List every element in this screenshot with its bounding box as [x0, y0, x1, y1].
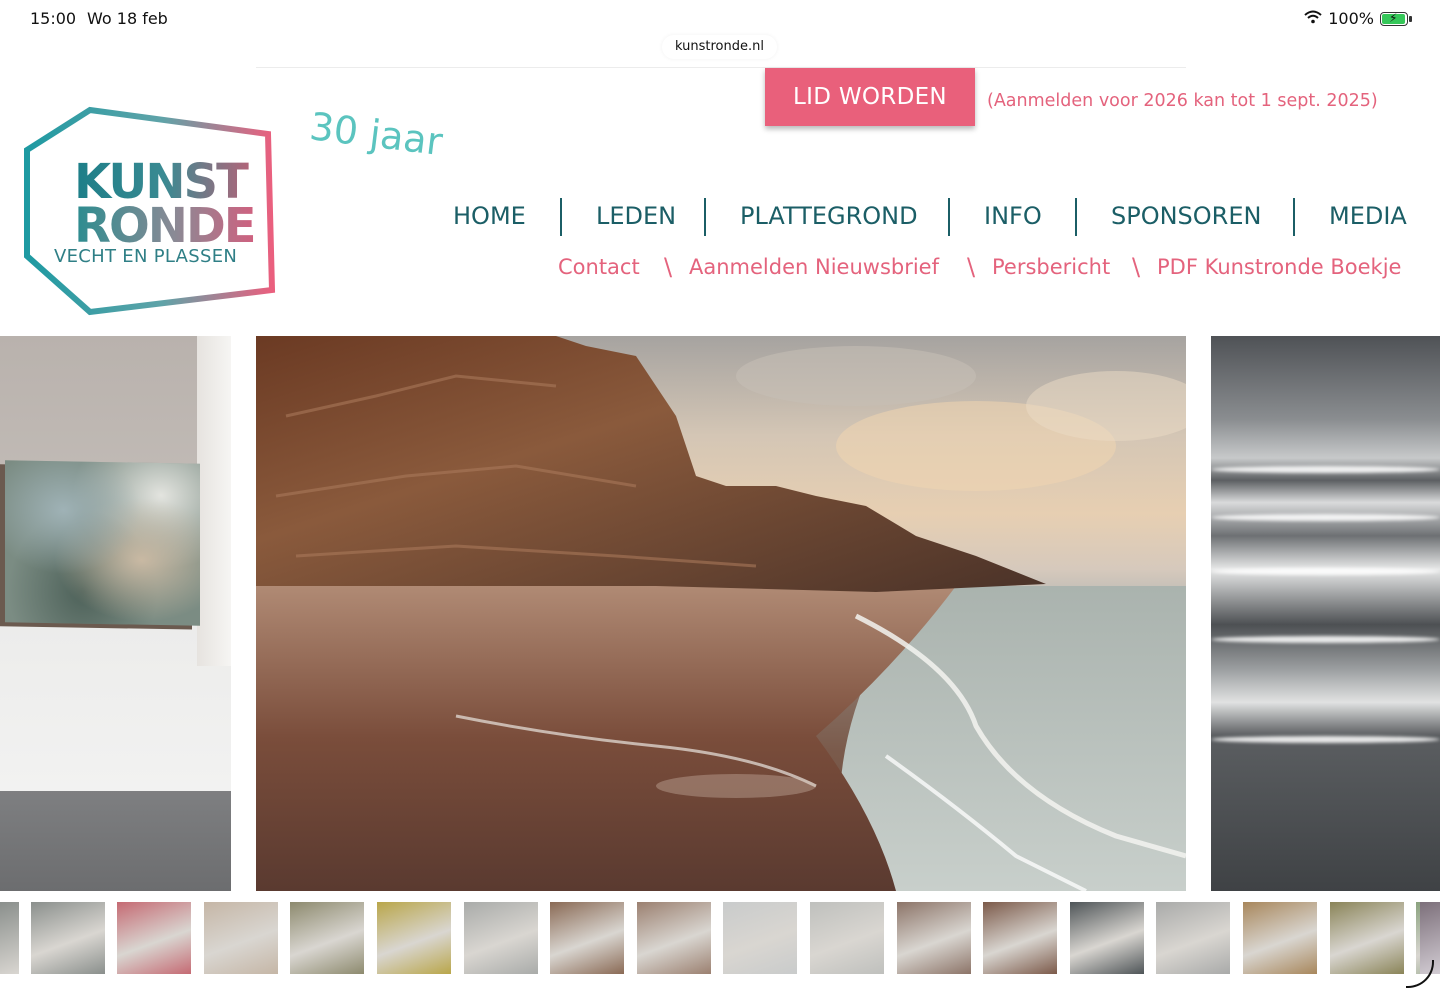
- nav-divider: [1075, 198, 1077, 236]
- thumbnail-item[interactable]: [896, 902, 971, 974]
- nav-divider: [704, 198, 706, 236]
- thumbnail-item[interactable]: [1156, 902, 1231, 974]
- nav-item-leden[interactable]: LEDEN: [596, 202, 676, 230]
- subnav-newsletter[interactable]: Aanmelden Nieuwsbrief: [689, 255, 939, 279]
- thumbnail-item[interactable]: [30, 902, 105, 974]
- nav-divider: [1293, 198, 1295, 236]
- logo-word-ronde: RONDE: [74, 202, 274, 250]
- wave-stroke: [1211, 636, 1440, 643]
- registration-note: (Aanmelden voor 2026 kan tot 1 sept. 202…: [987, 91, 1378, 111]
- scroll-indicator-icon: [1406, 960, 1434, 988]
- thumbnail-item[interactable]: [1069, 902, 1144, 974]
- header-divider: [256, 67, 1186, 68]
- carousel-slide-active[interactable]: [256, 336, 1186, 891]
- image-carousel[interactable]: [0, 336, 1440, 891]
- battery-charging-icon: ⚡: [1380, 10, 1412, 26]
- site-logo[interactable]: KUNST RONDE VECHT EN PLASSEN: [22, 106, 276, 316]
- wave-stroke: [1211, 568, 1440, 575]
- artwork-cliff-beach: [256, 336, 1186, 891]
- thumbnail-item[interactable]: [983, 902, 1058, 974]
- sub-nav: Contact \ Aanmelden Nieuwsbrief \ Persbe…: [540, 253, 1420, 285]
- thumbnail-item[interactable]: [636, 902, 711, 974]
- artwork-small-abstract: [5, 460, 200, 626]
- thumbnail-item[interactable]: [810, 902, 884, 974]
- wall-strip: [197, 336, 231, 666]
- charging-bolt-icon: ⚡: [1389, 10, 1398, 25]
- wave-stroke: [1211, 514, 1440, 521]
- thumbnail-item[interactable]: [463, 902, 538, 974]
- subnav-press-release[interactable]: Persbericht: [992, 255, 1110, 279]
- thumbnail-item[interactable]: [550, 902, 625, 974]
- subnav-separator: \: [967, 253, 976, 281]
- carousel-slide-next[interactable]: [1211, 336, 1440, 891]
- nav-item-sponsoren[interactable]: SPONSOREN: [1111, 202, 1261, 230]
- subnav-pdf-booklet[interactable]: PDF Kunstronde Boekje: [1157, 255, 1401, 279]
- wave-stroke: [1211, 466, 1440, 473]
- nav-item-media[interactable]: MEDIA: [1329, 202, 1407, 230]
- subnav-contact[interactable]: Contact: [558, 255, 640, 279]
- thumbnail-item[interactable]: [377, 902, 451, 974]
- logo-subtitle: VECHT EN PLASSEN: [54, 246, 238, 267]
- thumbnail-item[interactable]: [1243, 902, 1317, 974]
- carousel-slide-prev[interactable]: [0, 336, 231, 891]
- main-nav: HOME LEDEN PLATTEGROND INFO SPONSOREN ME…: [430, 198, 1420, 236]
- thumbnail-item[interactable]: [723, 902, 798, 974]
- anniversary-label: 30 jaar: [307, 104, 445, 165]
- status-date: Wo 18 feb: [87, 9, 168, 28]
- nav-item-home[interactable]: HOME: [453, 202, 526, 230]
- join-button[interactable]: LID WORDEN: [765, 68, 975, 126]
- status-bar: 15:00 Wo 18 feb 100% ⚡: [0, 0, 1440, 38]
- subnav-separator: \: [664, 253, 673, 281]
- status-right: 100% ⚡: [1304, 9, 1412, 28]
- thumbnail-item[interactable]: [290, 902, 365, 974]
- thumbnail-item-partial[interactable]: [0, 902, 19, 974]
- url-bar[interactable]: kunstronde.nl: [662, 35, 777, 59]
- subnav-separator: \: [1132, 253, 1141, 281]
- nav-item-info[interactable]: INFO: [984, 202, 1042, 230]
- nav-item-plattegrond[interactable]: PLATTEGROND: [740, 202, 918, 230]
- status-time: 15:00: [30, 9, 77, 28]
- thumbnail-item[interactable]: [117, 902, 192, 974]
- nav-divider: [948, 198, 950, 236]
- wave-stroke: [1211, 736, 1440, 743]
- thumbnail-item[interactable]: [203, 902, 278, 974]
- thumbnail-strip: [0, 902, 1440, 974]
- nav-divider: [560, 198, 562, 236]
- wifi-icon: [1304, 9, 1322, 28]
- battery-percent: 100%: [1328, 9, 1374, 28]
- thumbnail-item[interactable]: [1329, 902, 1404, 974]
